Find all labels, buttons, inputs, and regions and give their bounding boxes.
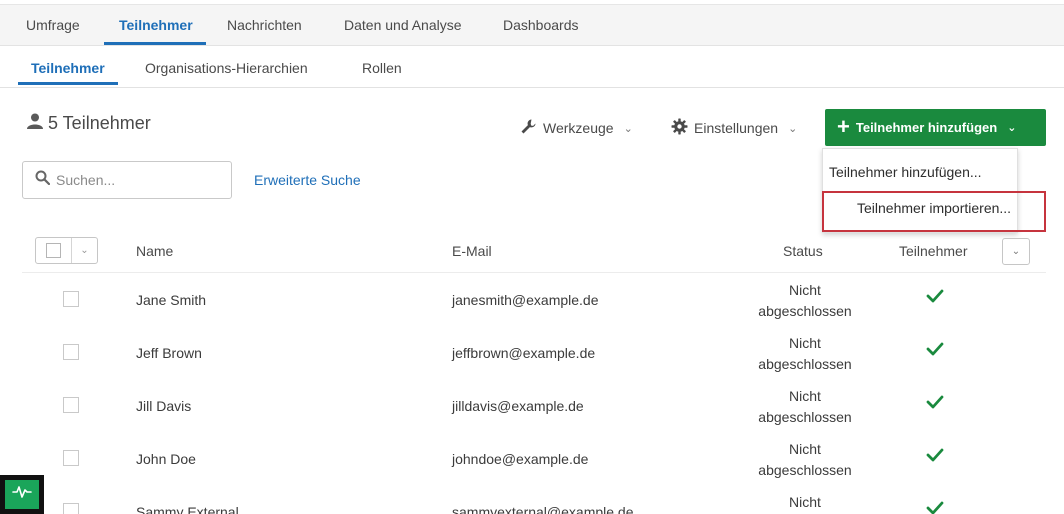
row-checkbox[interactable] [63, 344, 79, 360]
table-row[interactable]: Jill Davis jilldavis@example.de Nicht abg… [0, 379, 1064, 432]
tab-teilnehmer[interactable]: Teilnehmer [119, 17, 193, 33]
active-subtab-indicator [18, 82, 118, 85]
person-icon [26, 112, 44, 135]
chevron-down-icon: ⌄ [1007, 122, 1017, 134]
column-header-status[interactable]: Status [783, 243, 823, 259]
row-status: Nichtabgeschlossen [758, 282, 852, 319]
row-checkbox[interactable] [63, 450, 79, 466]
tab-dashboards[interactable]: Dashboards [503, 17, 579, 33]
highlight-box [822, 191, 1046, 232]
chevron-down-icon: ⌄ [623, 122, 633, 135]
plus-icon: + [837, 113, 850, 139]
tab-umfrage[interactable]: Umfrage [26, 17, 80, 33]
advanced-search-link[interactable]: Erweiterte Suche [254, 172, 361, 188]
table-row[interactable]: Jane Smith janesmith@example.de Nicht abg… [0, 273, 1064, 326]
column-header-participant[interactable]: Teilnehmer [899, 243, 967, 259]
settings-button[interactable]: Einstellungen ⌄ [671, 118, 797, 138]
gear-icon [671, 118, 688, 138]
row-checkbox[interactable] [63, 503, 79, 514]
menu-item-add-participant[interactable]: Teilnehmer hinzufügen... [829, 164, 982, 180]
participant-count: 5 Teilnehmer [26, 112, 151, 135]
row-email: janesmith@example.de [452, 292, 599, 308]
row-email: johndoe@example.de [452, 451, 589, 467]
row-name: Jeff Brown [136, 345, 202, 361]
tab-daten-und-analyse[interactable]: Daten und Analyse [344, 17, 462, 33]
chevron-down-icon: ⌄ [1011, 246, 1021, 257]
top-nav: Umfrage Teilnehmer Nachrichten Daten und… [0, 4, 1064, 46]
subtab-organisations-hierarchien[interactable]: Organisations-Hierarchien [145, 60, 308, 76]
check-icon [926, 289, 944, 308]
bulk-select[interactable]: ⌄ [35, 237, 98, 264]
column-options-button[interactable]: ⌄ [1002, 238, 1030, 265]
table-row[interactable]: Jeff Brown jeffbrown@example.de Nicht abg… [0, 326, 1064, 379]
check-icon [926, 501, 944, 514]
search-input[interactable] [56, 172, 206, 188]
chevron-down-icon[interactable]: ⌄ [72, 238, 97, 263]
search-box[interactable] [22, 161, 232, 199]
row-name: John Doe [136, 451, 196, 467]
activity-widget-button[interactable] [0, 475, 44, 514]
row-name: Jane Smith [136, 292, 207, 308]
row-email: sammyexternal@example.de [452, 504, 634, 514]
add-participant-button[interactable]: + Teilnehmer hinzufügen ⌄ [825, 109, 1046, 146]
row-checkbox[interactable] [63, 291, 79, 307]
row-name: Jill Davis [136, 398, 192, 414]
row-name: Sammy External [136, 504, 239, 514]
column-header-name[interactable]: Name [136, 243, 173, 259]
subtab-teilnehmer[interactable]: Teilnehmer [31, 60, 105, 76]
active-tab-indicator [104, 42, 206, 45]
row-email: jilldavis@example.de [452, 398, 584, 414]
subtab-rollen[interactable]: Rollen [362, 60, 402, 76]
check-icon [926, 448, 944, 467]
check-icon [926, 342, 944, 361]
tools-button[interactable]: Werkzeuge ⌄ [520, 118, 633, 138]
table-row[interactable]: Sammy External sammyexternal@example.de … [0, 485, 1064, 514]
row-status: Nichtabgeschlossen [758, 335, 852, 372]
select-all-checkbox[interactable] [36, 238, 72, 263]
table-row[interactable]: John Doe johndoe@example.de Nicht abgesch… [0, 432, 1064, 485]
participant-count-label: 5 Teilnehmer [48, 113, 151, 133]
search-icon [35, 170, 51, 190]
row-checkbox[interactable] [63, 397, 79, 413]
row-status: Nichtabgeschlossen [758, 441, 852, 478]
pulse-icon [12, 484, 32, 505]
tools-label: Werkzeuge [543, 120, 614, 136]
row-status: Nichtabgeschlossen [789, 494, 821, 510]
wrench-icon [520, 118, 537, 138]
add-participant-label: Teilnehmer hinzufügen [855, 120, 998, 135]
chevron-down-icon: ⌄ [788, 122, 798, 135]
sub-nav: Teilnehmer Organisations-Hierarchien Rol… [0, 46, 1064, 88]
tab-nachrichten[interactable]: Nachrichten [227, 17, 302, 33]
column-header-email[interactable]: E-Mail [452, 243, 492, 259]
row-email: jeffbrown@example.de [452, 345, 596, 361]
check-icon [926, 395, 944, 414]
row-status: Nichtabgeschlossen [758, 388, 852, 425]
settings-label: Einstellungen [694, 120, 779, 136]
